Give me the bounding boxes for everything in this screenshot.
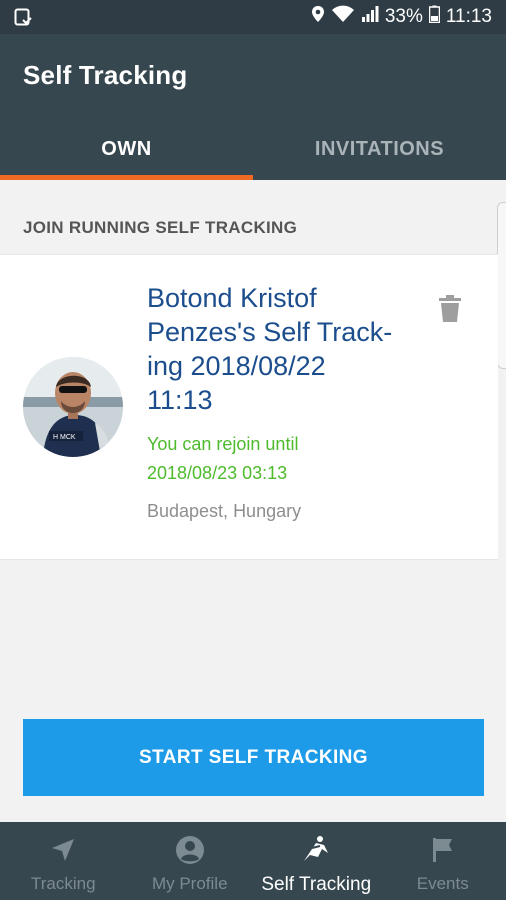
section-header: JOIN RUNNING SELF TRACKING xyxy=(23,218,298,237)
gallery-icon xyxy=(14,8,32,31)
navigation-arrow-icon xyxy=(49,834,77,866)
tracking-card[interactable]: H MCK Botond Kristof Penzes's Self Track… xyxy=(0,254,498,560)
tracking-title-line: Botond Kristof xyxy=(147,283,317,313)
tracking-location: Budapest, Hungary xyxy=(147,501,302,521)
tab-invitations-label: INVITATIONS xyxy=(314,137,445,160)
tracking-title-line: ing 2018/08/22 xyxy=(147,351,326,381)
svg-text:H MCK: H MCK xyxy=(53,434,76,441)
signal-icon xyxy=(361,5,379,29)
rejoin-info: You can rejoin until 2018/08/23 03:13 xyxy=(147,430,437,488)
status-bar: 33% 11:13 xyxy=(0,0,506,34)
nav-item-self-tracking[interactable]: Self Tracking xyxy=(253,822,380,900)
nav-label: My Profile xyxy=(151,874,228,893)
battery-percent: 33% xyxy=(384,6,423,27)
tab-bar: OWN INVITATIONS xyxy=(0,118,506,180)
nav-item-events[interactable]: Events xyxy=(380,822,506,900)
rejoin-line: 2018/08/23 03:13 xyxy=(147,463,288,483)
bottom-nav: Tracking My Profile Self Tracking Events xyxy=(0,822,506,900)
avatar: H MCK xyxy=(23,357,123,457)
app-bar: Self Tracking OWN INVITATIONS xyxy=(0,34,506,180)
tracking-title: Botond Kristof Penzes's Self Track- ing … xyxy=(147,281,427,417)
tab-own-label: OWN xyxy=(101,137,152,160)
status-time: 11:13 xyxy=(445,6,492,27)
nav-label: Tracking xyxy=(30,874,96,893)
battery-icon xyxy=(428,5,441,29)
page-title: Self Tracking xyxy=(23,60,188,90)
tracking-title-line: 11:13 xyxy=(147,385,213,415)
tracking-title-line: Penzes's Self Track- xyxy=(147,317,393,347)
tab-invitations[interactable]: INVITATIONS xyxy=(253,118,506,180)
trash-icon xyxy=(438,295,462,327)
nav-item-my-profile[interactable]: My Profile xyxy=(127,822,254,900)
tab-own[interactable]: OWN xyxy=(0,118,253,180)
wifi-icon xyxy=(331,5,355,29)
active-tab-indicator xyxy=(0,175,253,180)
status-icons: 33% 11:13 xyxy=(311,0,492,34)
rejoin-line: You can rejoin until xyxy=(147,434,299,454)
nav-label: Events xyxy=(416,874,469,893)
location-icon xyxy=(311,5,325,29)
flag-icon xyxy=(430,834,456,866)
delete-button[interactable] xyxy=(438,295,462,328)
scroll-edge-handle[interactable] xyxy=(497,202,506,369)
nav-item-tracking[interactable]: Tracking xyxy=(0,822,127,900)
nav-label: Self Tracking xyxy=(261,874,372,895)
profile-icon xyxy=(175,834,205,866)
start-self-tracking-button[interactable]: START SELF TRACKING xyxy=(23,719,484,796)
self-tracking-icon xyxy=(300,834,332,866)
